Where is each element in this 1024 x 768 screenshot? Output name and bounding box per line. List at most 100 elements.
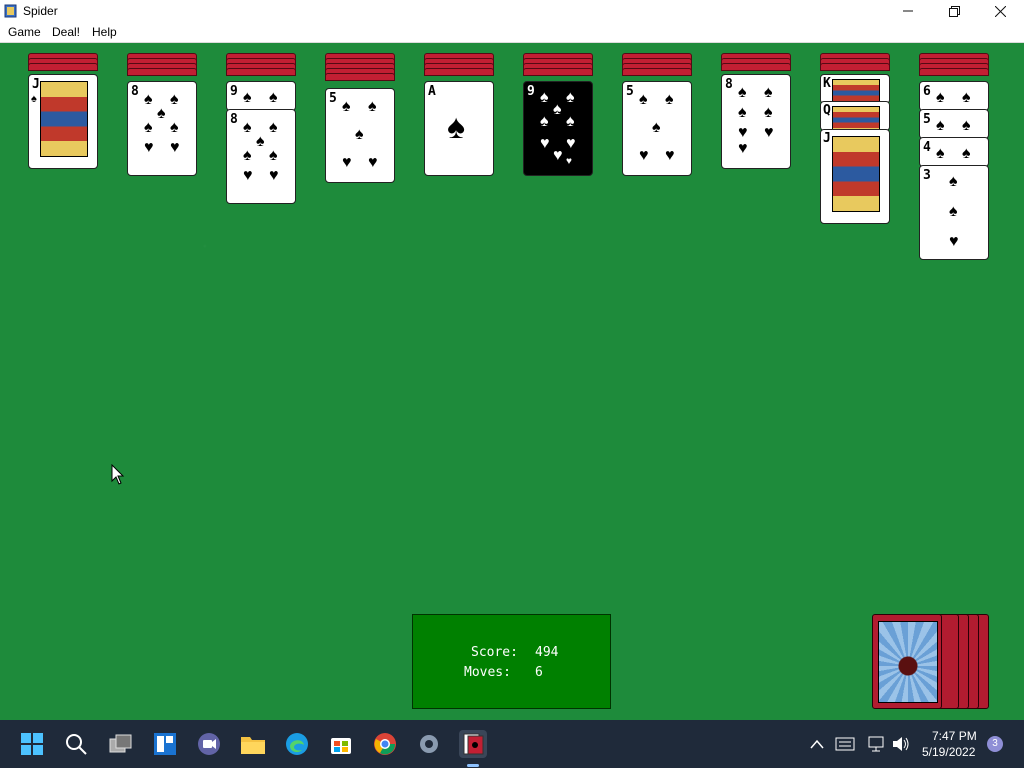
card-three-spades[interactable]: 3 ♠ ♠ ♥ <box>919 165 989 260</box>
card-rank: 6 <box>923 84 931 99</box>
facedown-card <box>127 68 197 76</box>
chat-icon <box>198 733 220 755</box>
file-explorer-button[interactable] <box>239 730 267 758</box>
mouse-cursor-icon <box>111 464 125 485</box>
spade-icon: ♠ <box>31 93 37 105</box>
minimize-icon <box>903 10 913 12</box>
spade-icon: ♠ <box>447 108 466 146</box>
clock-date: 5/19/2022 <box>922 745 976 759</box>
menu-help[interactable]: Help <box>92 25 117 39</box>
card-queen-spades[interactable]: Q <box>820 101 890 131</box>
card-five-spades[interactable]: 5 ♠ ♠ ♠ ♥ ♥ <box>325 88 395 183</box>
edge-icon <box>286 733 308 755</box>
card-rank: A <box>428 84 436 99</box>
edge-button[interactable] <box>283 730 311 758</box>
settings-button[interactable] <box>415 730 443 758</box>
notification-badge[interactable]: 3 <box>987 736 1003 752</box>
card-rank: 3 <box>923 168 931 183</box>
card-rank: 4 <box>923 140 931 155</box>
facedown-card <box>523 68 593 76</box>
menu-game[interactable]: Game <box>8 25 41 39</box>
volume-button[interactable] <box>887 730 915 758</box>
facedown-card <box>226 68 296 76</box>
taskbar: 7:47 PM 5/19/2022 3 <box>0 720 1024 768</box>
menu-bar: Game Deal! Help <box>0 22 1024 43</box>
card-five-spades[interactable]: 5 ♠ ♠ <box>919 109 989 139</box>
card-nine-spades[interactable]: 9 ♠ ♠ <box>226 81 296 111</box>
card-four-spades[interactable]: 4 ♠ ♠ <box>919 137 989 167</box>
active-app-indicator <box>467 764 479 767</box>
menu-deal[interactable]: Deal! <box>52 25 80 39</box>
title-bar: Spider <box>0 0 1024 22</box>
score-value: 494 <box>535 645 559 660</box>
network-icon <box>868 736 884 752</box>
chrome-icon <box>374 733 396 755</box>
windows-start-icon <box>21 733 43 755</box>
card-rank: 8 <box>131 84 139 99</box>
show-hidden-icons-button[interactable] <box>803 730 831 758</box>
spider-app-icon <box>4 4 17 18</box>
card-six-spades[interactable]: 6 ♠ ♠ <box>919 81 989 111</box>
task-view-icon <box>109 734 132 753</box>
speaker-icon <box>893 737 909 751</box>
search-icon <box>66 734 87 755</box>
score-label: Score: <box>471 645 518 660</box>
widgets-icon <box>154 733 176 755</box>
facedown-card <box>325 73 395 81</box>
jack-face-art <box>40 81 88 157</box>
spider-taskbar-button[interactable] <box>459 730 487 758</box>
card-nine-spades-selected[interactable]: 9 ♠ ♠ ♠ ♠ ♠ ♥ ♥ ♥ ♥ <box>523 81 593 176</box>
facedown-card <box>721 63 791 71</box>
keyboard-icon <box>835 737 855 751</box>
chevron-up-icon <box>810 739 824 749</box>
clock-time: 7:47 PM <box>932 729 977 743</box>
card-king-spades[interactable]: K <box>820 74 890 104</box>
window-title: Spider <box>23 4 58 18</box>
card-rank: 9 <box>527 84 535 99</box>
card-eight-spades[interactable]: 8 ♠ ♠ ♠ ♠ ♠ ♥ ♥ <box>226 109 296 204</box>
card-rank: 5 <box>626 84 634 99</box>
score-panel[interactable]: Score: 494 Moves: 6 <box>412 614 611 709</box>
card-eight-spades[interactable]: 8 ♠ ♠ ♠ ♠ ♠ ♥ ♥ <box>127 81 197 176</box>
spider-solitaire-icon <box>463 733 484 755</box>
card-rank: 8 <box>230 112 238 127</box>
teams-chat-button[interactable] <box>195 730 223 758</box>
gear-icon <box>420 735 438 753</box>
facedown-card <box>622 68 692 76</box>
card-rank: 8 <box>725 77 733 92</box>
card-rank: 5 <box>329 91 337 106</box>
restore-button[interactable] <box>931 0 977 22</box>
jack-face-art <box>832 136 880 212</box>
close-icon <box>994 5 1006 17</box>
chrome-button[interactable] <box>371 730 399 758</box>
card-five-spades[interactable]: 5 ♠ ♠ ♠ ♥ ♥ <box>622 81 692 176</box>
restore-icon <box>948 5 960 17</box>
card-rank: K <box>823 76 831 91</box>
microsoft-store-button[interactable] <box>327 730 355 758</box>
queen-face-art <box>832 106 880 130</box>
store-icon <box>331 738 351 754</box>
card-rank: J <box>823 131 831 146</box>
card-rank: 5 <box>923 112 931 127</box>
facedown-card <box>28 63 98 71</box>
spider-web-art <box>878 621 938 703</box>
stock-card-top[interactable] <box>872 614 942 709</box>
card-ace-spades[interactable]: A ♠ <box>424 81 494 176</box>
card-jack-spades[interactable]: J ♠ <box>28 74 98 169</box>
keyboard-button[interactable] <box>831 730 859 758</box>
search-button[interactable] <box>62 730 90 758</box>
start-button[interactable] <box>18 730 46 758</box>
card-jack-spades[interactable]: J <box>820 129 890 224</box>
folder-icon <box>241 737 265 754</box>
card-eight-spades[interactable]: 8 ♠ ♠ ♠ ♠ ♥ ♥ ♥ <box>721 74 791 169</box>
card-rank: 9 <box>230 84 238 99</box>
facedown-card <box>820 63 890 71</box>
widgets-button[interactable] <box>151 730 179 758</box>
moves-value: 6 <box>535 665 543 680</box>
card-rank: J <box>32 77 40 92</box>
facedown-card <box>919 68 989 76</box>
close-button[interactable] <box>977 0 1023 22</box>
task-view-button[interactable] <box>107 730 135 758</box>
minimize-button[interactable] <box>885 0 931 22</box>
moves-label: Moves: <box>464 665 511 680</box>
